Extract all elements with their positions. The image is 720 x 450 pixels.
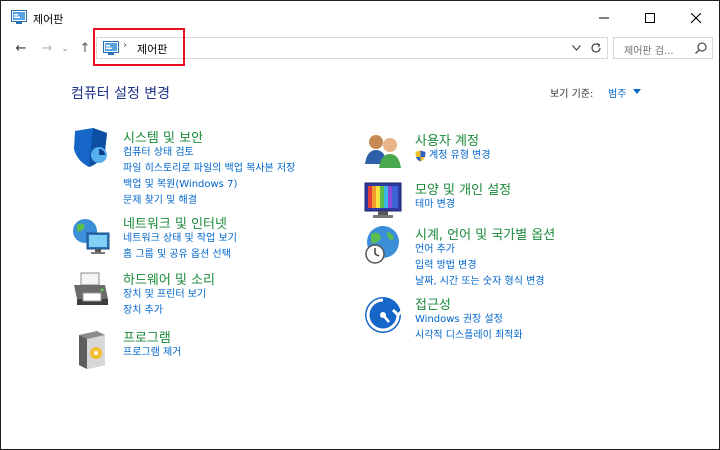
category-clock-region: 시계, 언어 및 국가별 옵션 언어 추가 입력 방법 변경 날짜, 시간 또는… [363, 224, 663, 288]
up-button[interactable]: ↑ [75, 38, 95, 58]
maximize-icon [645, 13, 655, 23]
recent-locations-button[interactable]: ⌄ [59, 38, 71, 58]
minimize-button[interactable] [581, 1, 627, 35]
link-troubleshoot[interactable]: 문제 찾기 및 해결 [123, 193, 295, 209]
forward-button[interactable]: → [37, 38, 57, 58]
category-network: 네트워크 및 인터넷 네트워크 상태 및 작업 보기 홈 그룹 및 공유 옵션 … [71, 213, 361, 263]
link-change-theme[interactable]: 테마 변경 [415, 197, 455, 213]
chevron-down-icon: ⌄ [61, 43, 69, 53]
link-change-date-format[interactable]: 날짜, 시간 또는 숫자 형식 변경 [415, 274, 544, 290]
link-devices-printers[interactable]: 장치 및 프린터 보기 [123, 287, 206, 303]
close-icon [691, 13, 701, 23]
link-review-computer-status[interactable]: 컴퓨터 상태 검토 [123, 145, 295, 161]
link-uninstall-program[interactable]: 프로그램 제거 [123, 345, 181, 361]
shield-icon[interactable] [71, 127, 111, 169]
category-links-appearance: 테마 변경 [415, 197, 455, 213]
category-system-security: 시스템 및 보안 컴퓨터 상태 검토 파일 히스토리로 파일의 백업 복사본 저… [71, 127, 361, 207]
up-arrow-icon: ↑ [79, 40, 91, 56]
category-links-hardware: 장치 및 프린터 보기 장치 추가 [123, 287, 206, 319]
category-programs: 프로그램 프로그램 제거 [71, 327, 361, 371]
category-links-ease-of-access: Windows 권장 설정 시각적 디스플레이 최적화 [415, 312, 523, 344]
page-title: 컴퓨터 설정 변경 [71, 86, 171, 102]
category-title-programs[interactable]: 프로그램 [123, 327, 171, 346]
refresh-icon [591, 42, 601, 53]
printer-icon[interactable] [71, 269, 111, 311]
maximize-button[interactable] [627, 1, 673, 35]
personalization-monitor-icon[interactable] [363, 179, 403, 221]
ease-of-access-icon[interactable] [363, 294, 403, 336]
category-links-programs: 프로그램 제거 [123, 345, 181, 361]
category-hardware: 하드웨어 및 소리 장치 및 프린터 보기 장치 추가 [71, 269, 361, 319]
address-highlight-box [93, 28, 185, 66]
search-icon[interactable] [694, 41, 708, 55]
category-links-system-security: 컴퓨터 상태 검토 파일 히스토리로 파일의 백업 복사본 저장 백업 및 복원… [123, 145, 295, 209]
control-panel-icon [11, 10, 27, 24]
link-add-device[interactable]: 장치 추가 [123, 303, 206, 319]
category-title-hardware[interactable]: 하드웨어 및 소리 [123, 269, 215, 288]
address-dropdown-button[interactable] [569, 40, 583, 56]
category-links-user-accounts: 계정 유형 변경 [415, 148, 491, 164]
category-links-network: 네트워크 상태 및 작업 보기 홈 그룹 및 공유 옵션 선택 [123, 231, 237, 263]
programs-box-icon[interactable] [71, 327, 111, 369]
category-title-clock-region[interactable]: 시계, 언어 및 국가별 옵션 [415, 224, 555, 243]
network-globe-icon[interactable] [71, 213, 111, 255]
view-by-label: 보기 기준: [550, 89, 594, 100]
category-title-ease-of-access[interactable]: 접근성 [415, 294, 451, 313]
uac-shield-icon [415, 150, 426, 162]
category-title-appearance[interactable]: 모양 및 개인 설정 [415, 179, 511, 198]
back-arrow-icon: ← [15, 40, 27, 56]
category-appearance: 모양 및 개인 설정 테마 변경 [363, 179, 663, 223]
link-change-input-method[interactable]: 입력 방법 변경 [415, 258, 544, 274]
category-title-system-security[interactable]: 시스템 및 보안 [123, 127, 203, 146]
category-links-clock-region: 언어 추가 입력 방법 변경 날짜, 시간 또는 숫자 형식 변경 [415, 242, 544, 290]
window-title: 제어판 [33, 13, 64, 26]
search-input[interactable]: 제어판 검... [613, 37, 713, 59]
link-backup-restore[interactable]: 백업 및 복원(Windows 7) [123, 177, 295, 193]
link-network-status[interactable]: 네트워크 상태 및 작업 보기 [123, 231, 237, 247]
link-row-change-account-type: 계정 유형 변경 [415, 148, 491, 164]
refresh-button[interactable] [587, 39, 605, 57]
link-add-language[interactable]: 언어 추가 [415, 242, 544, 258]
user-accounts-icon[interactable] [363, 130, 403, 172]
close-button[interactable] [673, 1, 719, 35]
chevron-down-icon [571, 45, 581, 51]
clock-globe-icon[interactable] [363, 224, 403, 266]
link-file-history-backup[interactable]: 파일 히스토리로 파일의 백업 복사본 저장 [123, 161, 295, 177]
link-change-account-type[interactable]: 계정 유형 변경 [429, 148, 491, 164]
search-placeholder: 제어판 검... [624, 46, 674, 57]
view-by-dropdown[interactable]: 범주 [608, 85, 626, 100]
minimize-icon [599, 17, 609, 19]
category-ease-of-access: 접근성 Windows 권장 설정 시각적 디스플레이 최적화 [363, 294, 663, 344]
back-button[interactable]: ← [11, 38, 31, 58]
category-title-network[interactable]: 네트워크 및 인터넷 [123, 213, 227, 232]
control-panel-window: 제어판 ← → ⌄ ↑ › 제어판 제어판 검... 컴퓨터 설정 변경 보기 … [0, 0, 720, 450]
caret-down-icon[interactable] [633, 89, 641, 94]
link-homegroup-sharing[interactable]: 홈 그룹 및 공유 옵션 선택 [123, 247, 237, 263]
category-title-user-accounts[interactable]: 사용자 계정 [415, 130, 479, 149]
category-user-accounts: 사용자 계정 계정 유형 변경 [363, 130, 663, 174]
forward-arrow-icon: → [41, 40, 53, 56]
link-windows-recommended-settings[interactable]: Windows 권장 설정 [415, 312, 523, 328]
link-optimize-visual-display[interactable]: 시각적 디스플레이 최적화 [415, 328, 523, 344]
